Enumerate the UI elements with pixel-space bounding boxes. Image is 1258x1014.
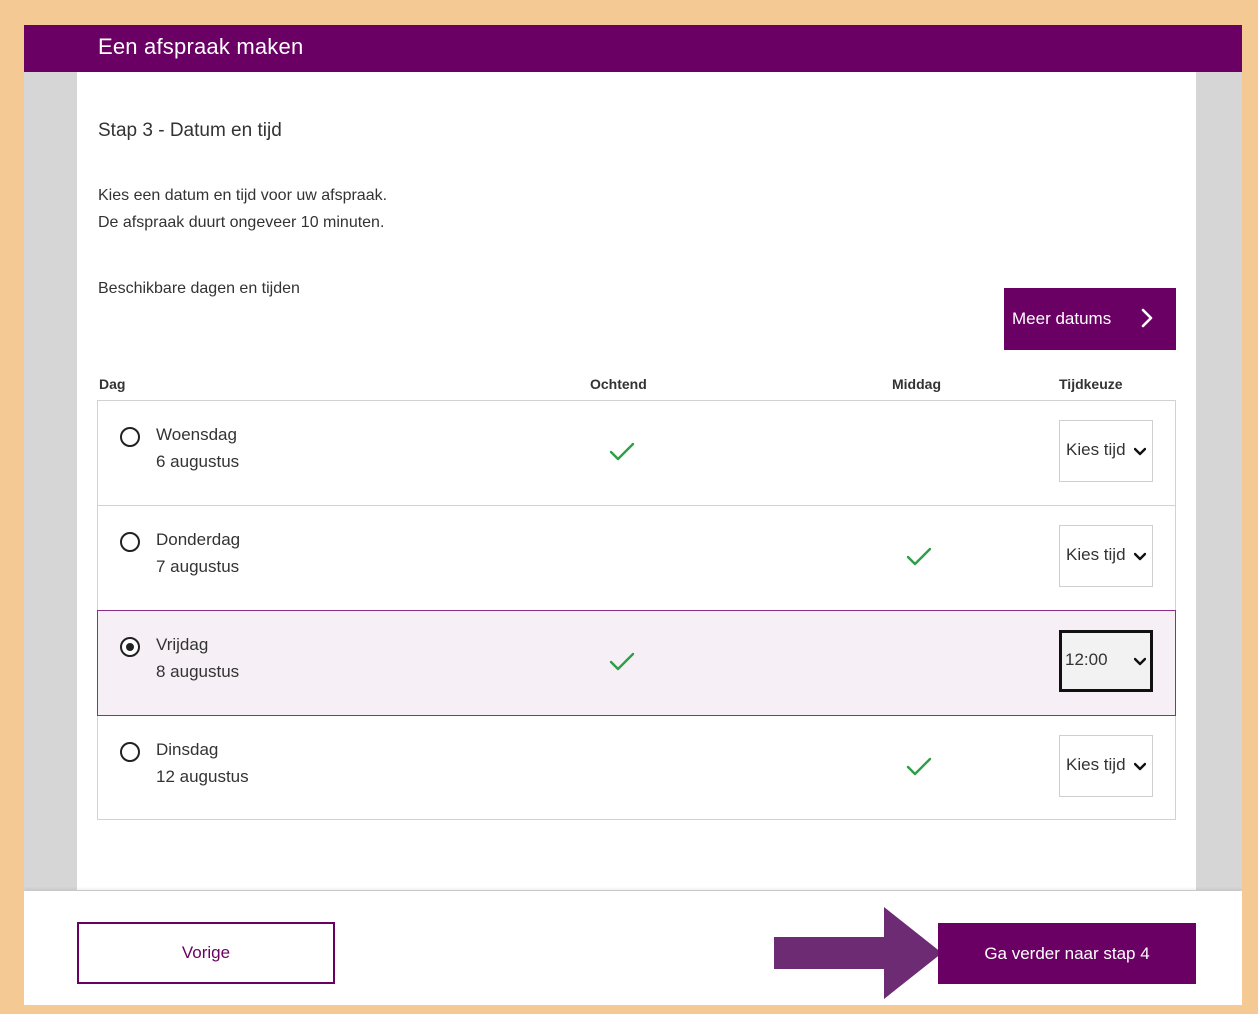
column-header-ochtend: Ochtend (590, 376, 647, 392)
day-date: 8 augustus (156, 662, 240, 681)
dialog-frame: Een afspraak maken Stap 3 - Datum en tij… (24, 25, 1242, 1005)
checkmark-icon (906, 757, 932, 776)
day-radio[interactable] (120, 742, 140, 762)
chevron-down-icon (1134, 762, 1146, 771)
content-panel: Stap 3 - Datum en tijd Kies een datum en… (77, 72, 1196, 890)
day-name: Dinsdag (156, 740, 219, 759)
arrow-right-icon (774, 907, 942, 999)
next-step-button[interactable]: Ga verder naar stap 4 (938, 923, 1196, 984)
more-dates-label: Meer datums (1012, 309, 1112, 328)
day-name: Donderdag (156, 530, 241, 549)
time-select-value: Kies tijd (1066, 755, 1126, 774)
available-days-label: Beschikbare dagen en tijden (98, 280, 300, 297)
column-header-middag: Middag (892, 376, 941, 392)
day-radio[interactable] (120, 427, 140, 447)
time-select[interactable]: Kies tijd (1059, 735, 1153, 797)
column-header-dag: Dag (99, 376, 126, 392)
chevron-right-icon (1141, 308, 1153, 328)
table-row[interactable]: Donderdag 7 augustus Kies tijd (98, 506, 1175, 611)
table-row[interactable]: Woensdag 6 augustus Kies tijd (98, 401, 1175, 506)
chevron-down-icon (1134, 447, 1146, 456)
checkmark-icon (906, 547, 932, 566)
previous-button[interactable]: Vorige (77, 922, 335, 984)
intro-text-line-2: De afspraak duurt ongeveer 10 minuten. (98, 214, 385, 231)
table-row[interactable]: Vrijdag 8 augustus 12:00 (97, 610, 1176, 716)
day-date: 6 augustus (156, 452, 240, 471)
intro-text-line-1: Kies een datum en tijd voor uw afspraak. (98, 187, 388, 204)
step-title: Stap 3 - Datum en tijd (98, 120, 282, 141)
time-select-value: 12:00 (1065, 650, 1108, 669)
header-bar: Een afspraak maken (24, 25, 1242, 72)
column-header-tijdkeuze: Tijdkeuze (1059, 376, 1123, 392)
day-radio[interactable] (120, 637, 140, 657)
day-name: Vrijdag (156, 635, 209, 654)
time-select[interactable]: Kies tijd (1059, 525, 1153, 587)
day-date: 7 augustus (156, 557, 240, 576)
chevron-down-icon (1134, 552, 1146, 561)
time-select[interactable]: Kies tijd (1059, 420, 1153, 482)
more-dates-button[interactable]: Meer datums (1004, 288, 1176, 350)
day-date: 12 augustus (156, 767, 249, 786)
availability-table: Woensdag 6 augustus Kies tijd Donderdag 7 au… (97, 400, 1176, 820)
chevron-down-icon (1134, 657, 1146, 666)
page-title: Een afspraak maken (98, 34, 304, 59)
day-radio[interactable] (120, 532, 140, 552)
day-name: Woensdag (156, 425, 237, 444)
checkmark-icon (609, 442, 635, 461)
checkmark-icon (609, 652, 635, 671)
footer-bar: Vorige Ga verder naar stap 4 (24, 891, 1242, 1005)
table-row[interactable]: Dinsdag 12 augustus Kies tijd (98, 716, 1175, 821)
time-select-value: Kies tijd (1066, 545, 1126, 564)
time-select[interactable]: 12:00 (1059, 630, 1153, 692)
time-select-value: Kies tijd (1066, 440, 1126, 459)
